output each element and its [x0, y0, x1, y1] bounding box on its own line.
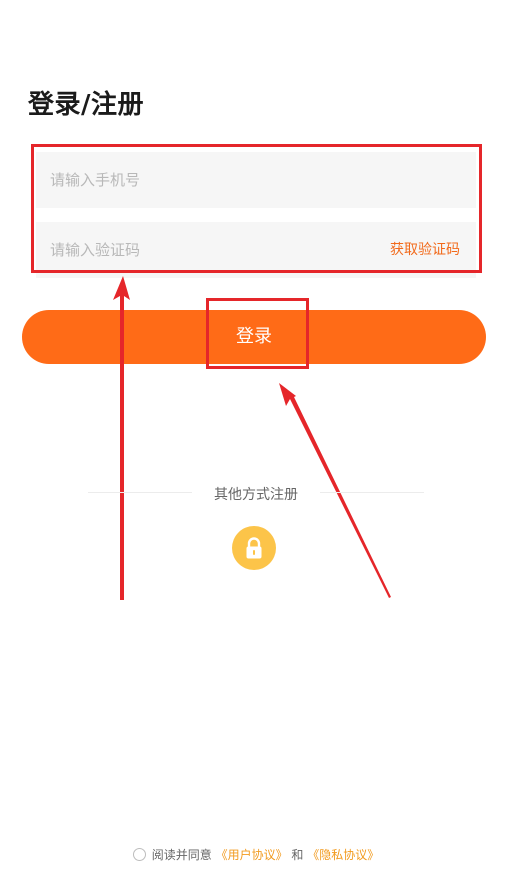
page-title: 登录/注册	[28, 90, 144, 120]
annotation-arrows	[113, 276, 391, 600]
other-methods-label: 其他方式注册	[214, 487, 298, 503]
privacy-agreement-link[interactable]: 《隐私协议》	[307, 848, 379, 862]
phone-field[interactable]	[36, 152, 476, 208]
agreement-prefix: 阅读并同意	[151, 848, 212, 862]
agreement-row: 阅读并同意 《用户协议》 和 《隐私协议》	[0, 846, 512, 863]
agreement-and: 和	[291, 848, 304, 862]
login-button[interactable]: 登录	[22, 310, 486, 364]
agree-radio[interactable]	[132, 848, 146, 861]
phone-input[interactable]	[50, 152, 350, 208]
code-field[interactable]: 获取验证码	[36, 222, 476, 278]
get-code-button[interactable]: 获取验证码	[390, 222, 460, 278]
user-agreement-link[interactable]: 《用户协议》	[216, 848, 288, 862]
code-input[interactable]	[50, 222, 350, 278]
lock-icon	[246, 537, 262, 559]
divider-right	[320, 492, 424, 493]
lock-login-button[interactable]	[232, 526, 276, 570]
